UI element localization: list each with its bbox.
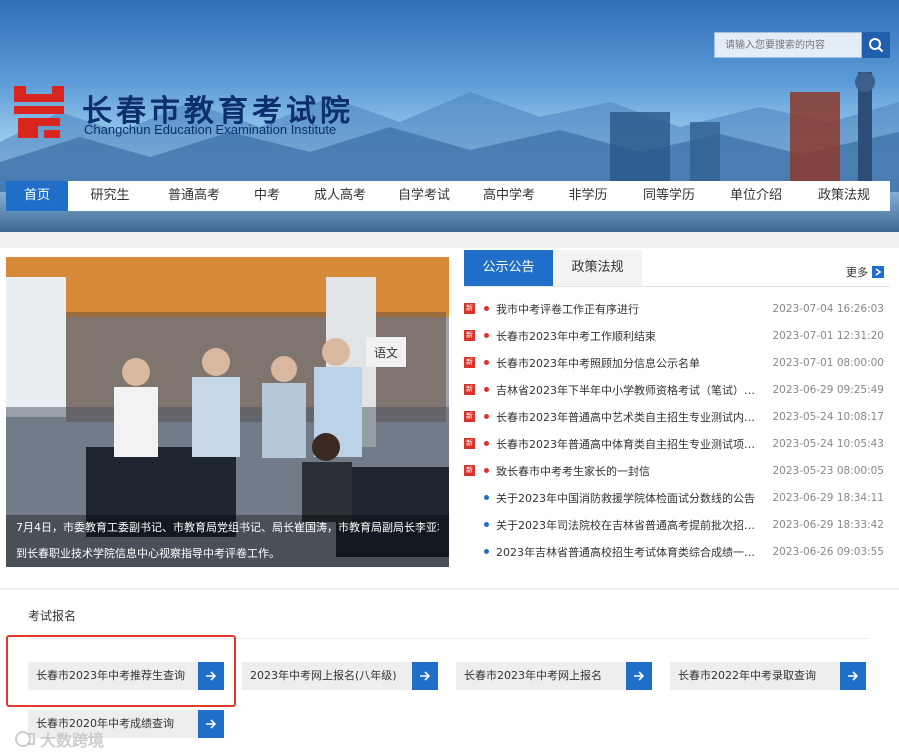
badge-spacer	[464, 492, 475, 503]
new-badge: 新	[464, 357, 475, 368]
arrow-right-icon	[840, 662, 866, 690]
notice-title[interactable]: 长春市2023年普通高中体育类自主招生专业测试项目与...	[496, 436, 764, 452]
notice-date: 2023-05-24 10:05:43	[772, 437, 884, 450]
notice-title[interactable]: 吉林省2023年下半年中小学教师资格考试（笔试）公告	[496, 382, 764, 398]
list-item[interactable]: 新 长春市2023年中考工作顺利结束 2023-07-01 12:31:20	[464, 322, 890, 349]
nav-item-non-degree[interactable]: 非学历	[552, 181, 624, 211]
bullet-icon	[484, 414, 489, 419]
watermark-logo-icon	[15, 731, 35, 747]
notice-title[interactable]: 关于2023年司法院校在吉林省普通高考提前批次招生体...	[496, 517, 764, 533]
nav-item-graduate[interactable]: 研究生	[68, 181, 152, 211]
bullet-icon	[484, 522, 489, 527]
exam-link-2022-admission-query[interactable]: 长春市2022年中考录取查询	[670, 662, 866, 690]
notice-date: 2023-05-24 10:08:17	[772, 410, 884, 423]
new-badge: 新	[464, 384, 475, 395]
notice-date: 2023-06-26 09:03:55	[772, 545, 884, 558]
nav-item-home[interactable]: 首页	[6, 181, 68, 211]
notice-title[interactable]: 长春市2023年中考工作顺利结束	[496, 328, 764, 344]
notice-title[interactable]: 长春市2023年中考照顾加分信息公示名单	[496, 355, 764, 371]
new-badge: 新	[464, 411, 475, 422]
list-item[interactable]: 2023年吉林省普通高校招生考试体育类综合成绩一分段... 2023-06-26…	[464, 538, 890, 565]
list-item[interactable]: 新 我市中考评卷工作正有序进行 2023-07-04 16:26:03	[464, 295, 890, 322]
bullet-icon	[484, 387, 489, 392]
bullet-icon	[484, 495, 489, 500]
nav-bar: 首页 研究生 普通高考 中考 成人高考 自学考试 高中学考 非学历 同等学历 单…	[6, 181, 890, 211]
notice-tabs: 公示公告 政策法规	[464, 250, 642, 286]
list-item[interactable]: 新 长春市2023年中考照顾加分信息公示名单 2023-07-01 08:00:…	[464, 349, 890, 376]
list-item[interactable]: 关于2023年司法院校在吉林省普通高考提前批次招生体... 2023-06-29…	[464, 511, 890, 538]
new-badge: 新	[464, 465, 475, 476]
watermark-text: 大数跨境	[40, 731, 105, 750]
list-item[interactable]: 新 长春市2023年普通高中体育类自主招生专业测试项目与... 2023-05-…	[464, 430, 890, 457]
highlight-annotation-box	[6, 635, 236, 707]
arrow-right-icon	[198, 710, 224, 738]
page-root: 长春市教育考试院 Changchun Education Examination…	[0, 0, 899, 756]
exam-link-grade8-registration[interactable]: 2023年中考网上报名(八年级)	[242, 662, 438, 690]
bullet-icon	[484, 468, 489, 473]
bullet-icon	[484, 441, 489, 446]
notice-date: 2023-05-23 08:00:05	[772, 464, 884, 477]
nav-item-gaokao[interactable]: 普通高考	[152, 181, 236, 211]
feature-photo-caption[interactable]: 7月4日，市委教育工委副书记、市教育局党组书记、局长崔国涛，市教育局副局长李亚君…	[6, 515, 449, 567]
nav-item-policy[interactable]: 政策法规	[798, 181, 890, 211]
exam-link-online-registration[interactable]: 长春市2023年中考网上报名	[456, 662, 652, 690]
list-item[interactable]: 新 长春市2023年普通高中艺术类自主招生专业测试内容与... 2023-05-…	[464, 403, 890, 430]
bullet-icon	[484, 360, 489, 365]
arrow-right-icon	[626, 662, 652, 690]
exam-link-label: 长春市2022年中考录取查询	[670, 662, 840, 690]
main-nav: 首页 研究生 普通高考 中考 成人高考 自学考试 高中学考 非学历 同等学历 单…	[0, 181, 899, 211]
search-input[interactable]	[714, 32, 862, 58]
notice-date: 2023-06-29 18:34:11	[772, 491, 884, 504]
bullet-icon	[484, 333, 489, 338]
more-link[interactable]: 更多	[846, 264, 884, 280]
notice-date: 2023-07-01 08:00:00	[772, 356, 884, 369]
more-arrow-icon	[872, 266, 884, 278]
arrow-right-icon	[412, 662, 438, 690]
list-item[interactable]: 新 致长春市中考考生家长的一封信 2023-05-23 08:00:05	[464, 457, 890, 484]
bullet-icon	[484, 306, 489, 311]
nav-item-self-study[interactable]: 自学考试	[382, 181, 466, 211]
notice-date: 2023-06-29 09:25:49	[772, 383, 884, 396]
institute-logo-icon	[14, 86, 64, 138]
list-item[interactable]: 新 吉林省2023年下半年中小学教师资格考试（笔试）公告 2023-06-29 …	[464, 376, 890, 403]
notice-date: 2023-07-01 12:31:20	[772, 329, 884, 342]
nav-item-high-school-test[interactable]: 高中学考	[466, 181, 552, 211]
search-icon	[869, 38, 884, 53]
nav-item-zhongkao[interactable]: 中考	[236, 181, 298, 211]
tab-announcements[interactable]: 公示公告	[464, 250, 553, 286]
new-badge: 新	[464, 330, 475, 341]
notice-date: 2023-06-29 18:33:42	[772, 518, 884, 531]
notice-date: 2023-07-04 16:26:03	[772, 302, 884, 315]
classroom-sign: 语文	[374, 345, 398, 360]
exam-section-title: 考试报名	[28, 609, 77, 623]
tab-policy[interactable]: 政策法规	[553, 250, 642, 286]
caption-line-2: 到长春职业技术学院信息中心视察指导中考评卷工作。	[16, 547, 280, 560]
notice-list: 新 我市中考评卷工作正有序进行 2023-07-04 16:26:03 新 长春…	[464, 295, 890, 565]
notice-title[interactable]: 2023年吉林省普通高校招生考试体育类综合成绩一分段...	[496, 544, 764, 560]
new-badge: 新	[464, 303, 475, 314]
watermark: 大数跨境	[14, 727, 104, 751]
more-label: 更多	[846, 266, 868, 279]
notice-title[interactable]: 我市中考评卷工作正有序进行	[496, 301, 764, 317]
tab-divider	[464, 286, 890, 287]
bullet-icon	[484, 549, 489, 554]
nav-item-adult-exam[interactable]: 成人高考	[298, 181, 382, 211]
notice-title[interactable]: 关于2023年中国消防救援学院体检面试分数线的公告	[496, 490, 764, 506]
search-button[interactable]	[862, 32, 890, 58]
nav-item-about[interactable]: 单位介绍	[714, 181, 798, 211]
new-badge: 新	[464, 438, 475, 449]
notice-title[interactable]: 长春市2023年普通高中艺术类自主招生专业测试内容与...	[496, 409, 764, 425]
caption-line-1: 7月4日，市委教育工委副书记、市教育局党组书记、局长崔国涛，市教育局副局长李亚君	[16, 521, 439, 534]
badge-spacer	[464, 519, 475, 530]
notice-title[interactable]: 致长春市中考考生家长的一封信	[496, 463, 764, 479]
badge-spacer	[464, 546, 475, 557]
list-item[interactable]: 关于2023年中国消防救援学院体检面试分数线的公告 2023-06-29 18:…	[464, 484, 890, 511]
site-subtitle: Changchun Education Examination Institut…	[84, 122, 337, 137]
nav-item-equivalent-degree[interactable]: 同等学历	[624, 181, 714, 211]
exam-link-label: 长春市2023年中考网上报名	[456, 662, 626, 690]
exam-link-label: 2023年中考网上报名(八年级)	[242, 662, 412, 690]
